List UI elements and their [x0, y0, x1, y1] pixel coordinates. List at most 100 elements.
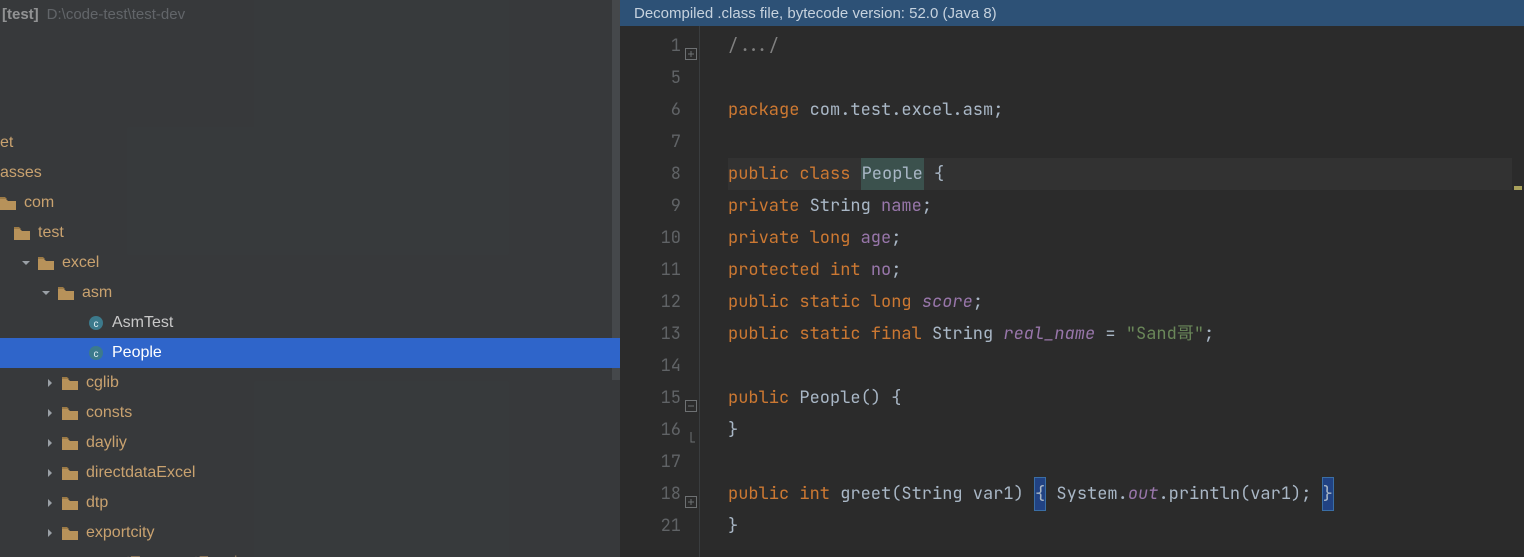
project-tree[interactable]: et asses com test [0, 128, 620, 557]
tree-item-label: AsmTest [112, 314, 173, 332]
gutter-line-number[interactable]: 21 [620, 510, 681, 542]
code-line[interactable]: public int greet(String var1) { System.o… [728, 478, 1524, 510]
gutter-line-number[interactable]: 1 [620, 30, 681, 62]
gutter-line-number[interactable]: 12 [620, 286, 681, 318]
folder-icon [62, 497, 78, 510]
code-line[interactable]: public class People { [728, 158, 1524, 190]
code-area[interactable]: 15678910111213141516171821 /.../package … [620, 26, 1524, 557]
code-line[interactable]: /.../ [728, 30, 1524, 62]
project-sidebar: [test] D:\code-test\test-dev et asses co… [0, 0, 620, 557]
tree-item-directdataexcel[interactable]: directdataExcel [0, 458, 620, 488]
decompile-banner-text: Decompiled .class file, bytecode version… [634, 5, 997, 22]
folder-icon [62, 437, 78, 450]
tree-item-asm[interactable]: asm [0, 278, 620, 308]
tree-root-item[interactable]: et [0, 128, 620, 158]
gutter-line-number[interactable]: 7 [620, 126, 681, 158]
editor-pane: Decompiled .class file, bytecode version… [620, 0, 1524, 557]
tree-item-exporttransportexcel[interactable]: exportTransportExcel [0, 548, 620, 557]
code-line[interactable]: private String name; [728, 190, 1524, 222]
project-path: D:\code-test\test-dev [47, 6, 185, 23]
fold-collapse-icon[interactable] [685, 391, 697, 403]
class-icon: c [88, 345, 104, 361]
tree-item-dayliy[interactable]: dayliy [0, 428, 620, 458]
tree-item-label: test [38, 224, 64, 242]
gutter-line-number[interactable]: 10 [620, 222, 681, 254]
tree-item-label: asses [0, 164, 42, 182]
editor-gutter[interactable]: 15678910111213141516171821 [620, 26, 700, 557]
folder-icon [14, 227, 30, 240]
code-line[interactable]: protected int no; [728, 254, 1524, 286]
gutter-line-number[interactable]: 14 [620, 350, 681, 382]
gutter-line-number[interactable]: 5 [620, 62, 681, 94]
chevron-right-icon[interactable] [44, 527, 56, 539]
class-icon: c [88, 315, 104, 331]
tree-root-item[interactable]: asses [0, 158, 620, 188]
project-titlebar: [test] D:\code-test\test-dev [0, 0, 620, 28]
svg-text:c: c [94, 349, 99, 360]
tree-item-exportcity[interactable]: exportcity [0, 518, 620, 548]
gutter-line-number[interactable]: 13 [620, 318, 681, 350]
tree-item-excel[interactable]: excel [0, 248, 620, 278]
folder-icon [62, 527, 78, 540]
chevron-right-icon[interactable] [44, 407, 56, 419]
folder-icon [62, 377, 78, 390]
code-line[interactable]: public static final String real_name = "… [728, 318, 1524, 350]
code-line[interactable]: } [728, 414, 1524, 446]
chevron-down-icon[interactable] [20, 257, 32, 269]
code-line[interactable]: public static long score; [728, 286, 1524, 318]
folder-icon [0, 197, 16, 210]
gutter-line-number[interactable]: 9 [620, 190, 681, 222]
fold-expand-icon[interactable] [685, 39, 697, 51]
gutter-line-number[interactable]: 15 [620, 382, 681, 414]
code-line[interactable]: private long age; [728, 222, 1524, 254]
tree-item-label: asm [82, 284, 112, 302]
tree-item-label: excel [62, 254, 99, 272]
scrollbar-marker[interactable] [1514, 186, 1522, 190]
chevron-right-icon[interactable] [44, 467, 56, 479]
tree-item-label: com [24, 194, 54, 212]
chevron-right-icon[interactable] [44, 377, 56, 389]
tree-item-com[interactable]: com [0, 188, 620, 218]
gutter-line-number[interactable]: 17 [620, 446, 681, 478]
tree-item-label: et [0, 134, 13, 152]
folder-icon [62, 467, 78, 480]
gutter-line-number[interactable]: 6 [620, 94, 681, 126]
chevron-right-icon[interactable] [44, 437, 56, 449]
code-line[interactable] [728, 446, 1524, 478]
tree-item-label: directdataExcel [86, 464, 195, 482]
tree-item-asmtest[interactable]: c AsmTest [0, 308, 620, 338]
code-line[interactable]: public People() { [728, 382, 1524, 414]
folder-icon [58, 287, 74, 300]
gutter-line-number[interactable]: 11 [620, 254, 681, 286]
gutter-line-number[interactable]: 8 [620, 158, 681, 190]
fold-end-icon[interactable] [685, 423, 697, 435]
project-name: [test] [2, 6, 39, 23]
code-line[interactable]: package com.test.excel.asm; [728, 94, 1524, 126]
code-line[interactable] [728, 62, 1524, 94]
tree-item-cglib[interactable]: cglib [0, 368, 620, 398]
gutter-line-number[interactable]: 16 [620, 414, 681, 446]
code-line[interactable] [728, 350, 1524, 382]
tree-item-label: People [112, 344, 162, 362]
folder-icon [38, 257, 54, 270]
tree-item-label: cglib [86, 374, 119, 392]
tree-item-dtp[interactable]: dtp [0, 488, 620, 518]
tree-item-label: dtp [86, 494, 108, 512]
editor-scrollbar[interactable] [1512, 26, 1524, 557]
tree-item-consts[interactable]: consts [0, 398, 620, 428]
tree-item-label: consts [86, 404, 132, 422]
tree-item-label: exportcity [86, 524, 154, 542]
editor-code[interactable]: /.../ package com.test.excel.asm; public c… [700, 26, 1524, 557]
chevron-down-icon[interactable] [40, 287, 52, 299]
tree-item-test[interactable]: test [0, 218, 620, 248]
folder-icon [62, 407, 78, 420]
chevron-right-icon[interactable] [44, 497, 56, 509]
fold-expand-icon[interactable] [685, 487, 697, 499]
gutter-line-number[interactable]: 18 [620, 478, 681, 510]
tree-item-people[interactable]: c People [0, 338, 620, 368]
svg-text:c: c [94, 319, 99, 330]
tree-item-label: dayliy [86, 434, 127, 452]
code-line[interactable] [728, 126, 1524, 158]
decompile-banner: Decompiled .class file, bytecode version… [620, 0, 1524, 26]
code-line[interactable]: } [728, 510, 1524, 542]
